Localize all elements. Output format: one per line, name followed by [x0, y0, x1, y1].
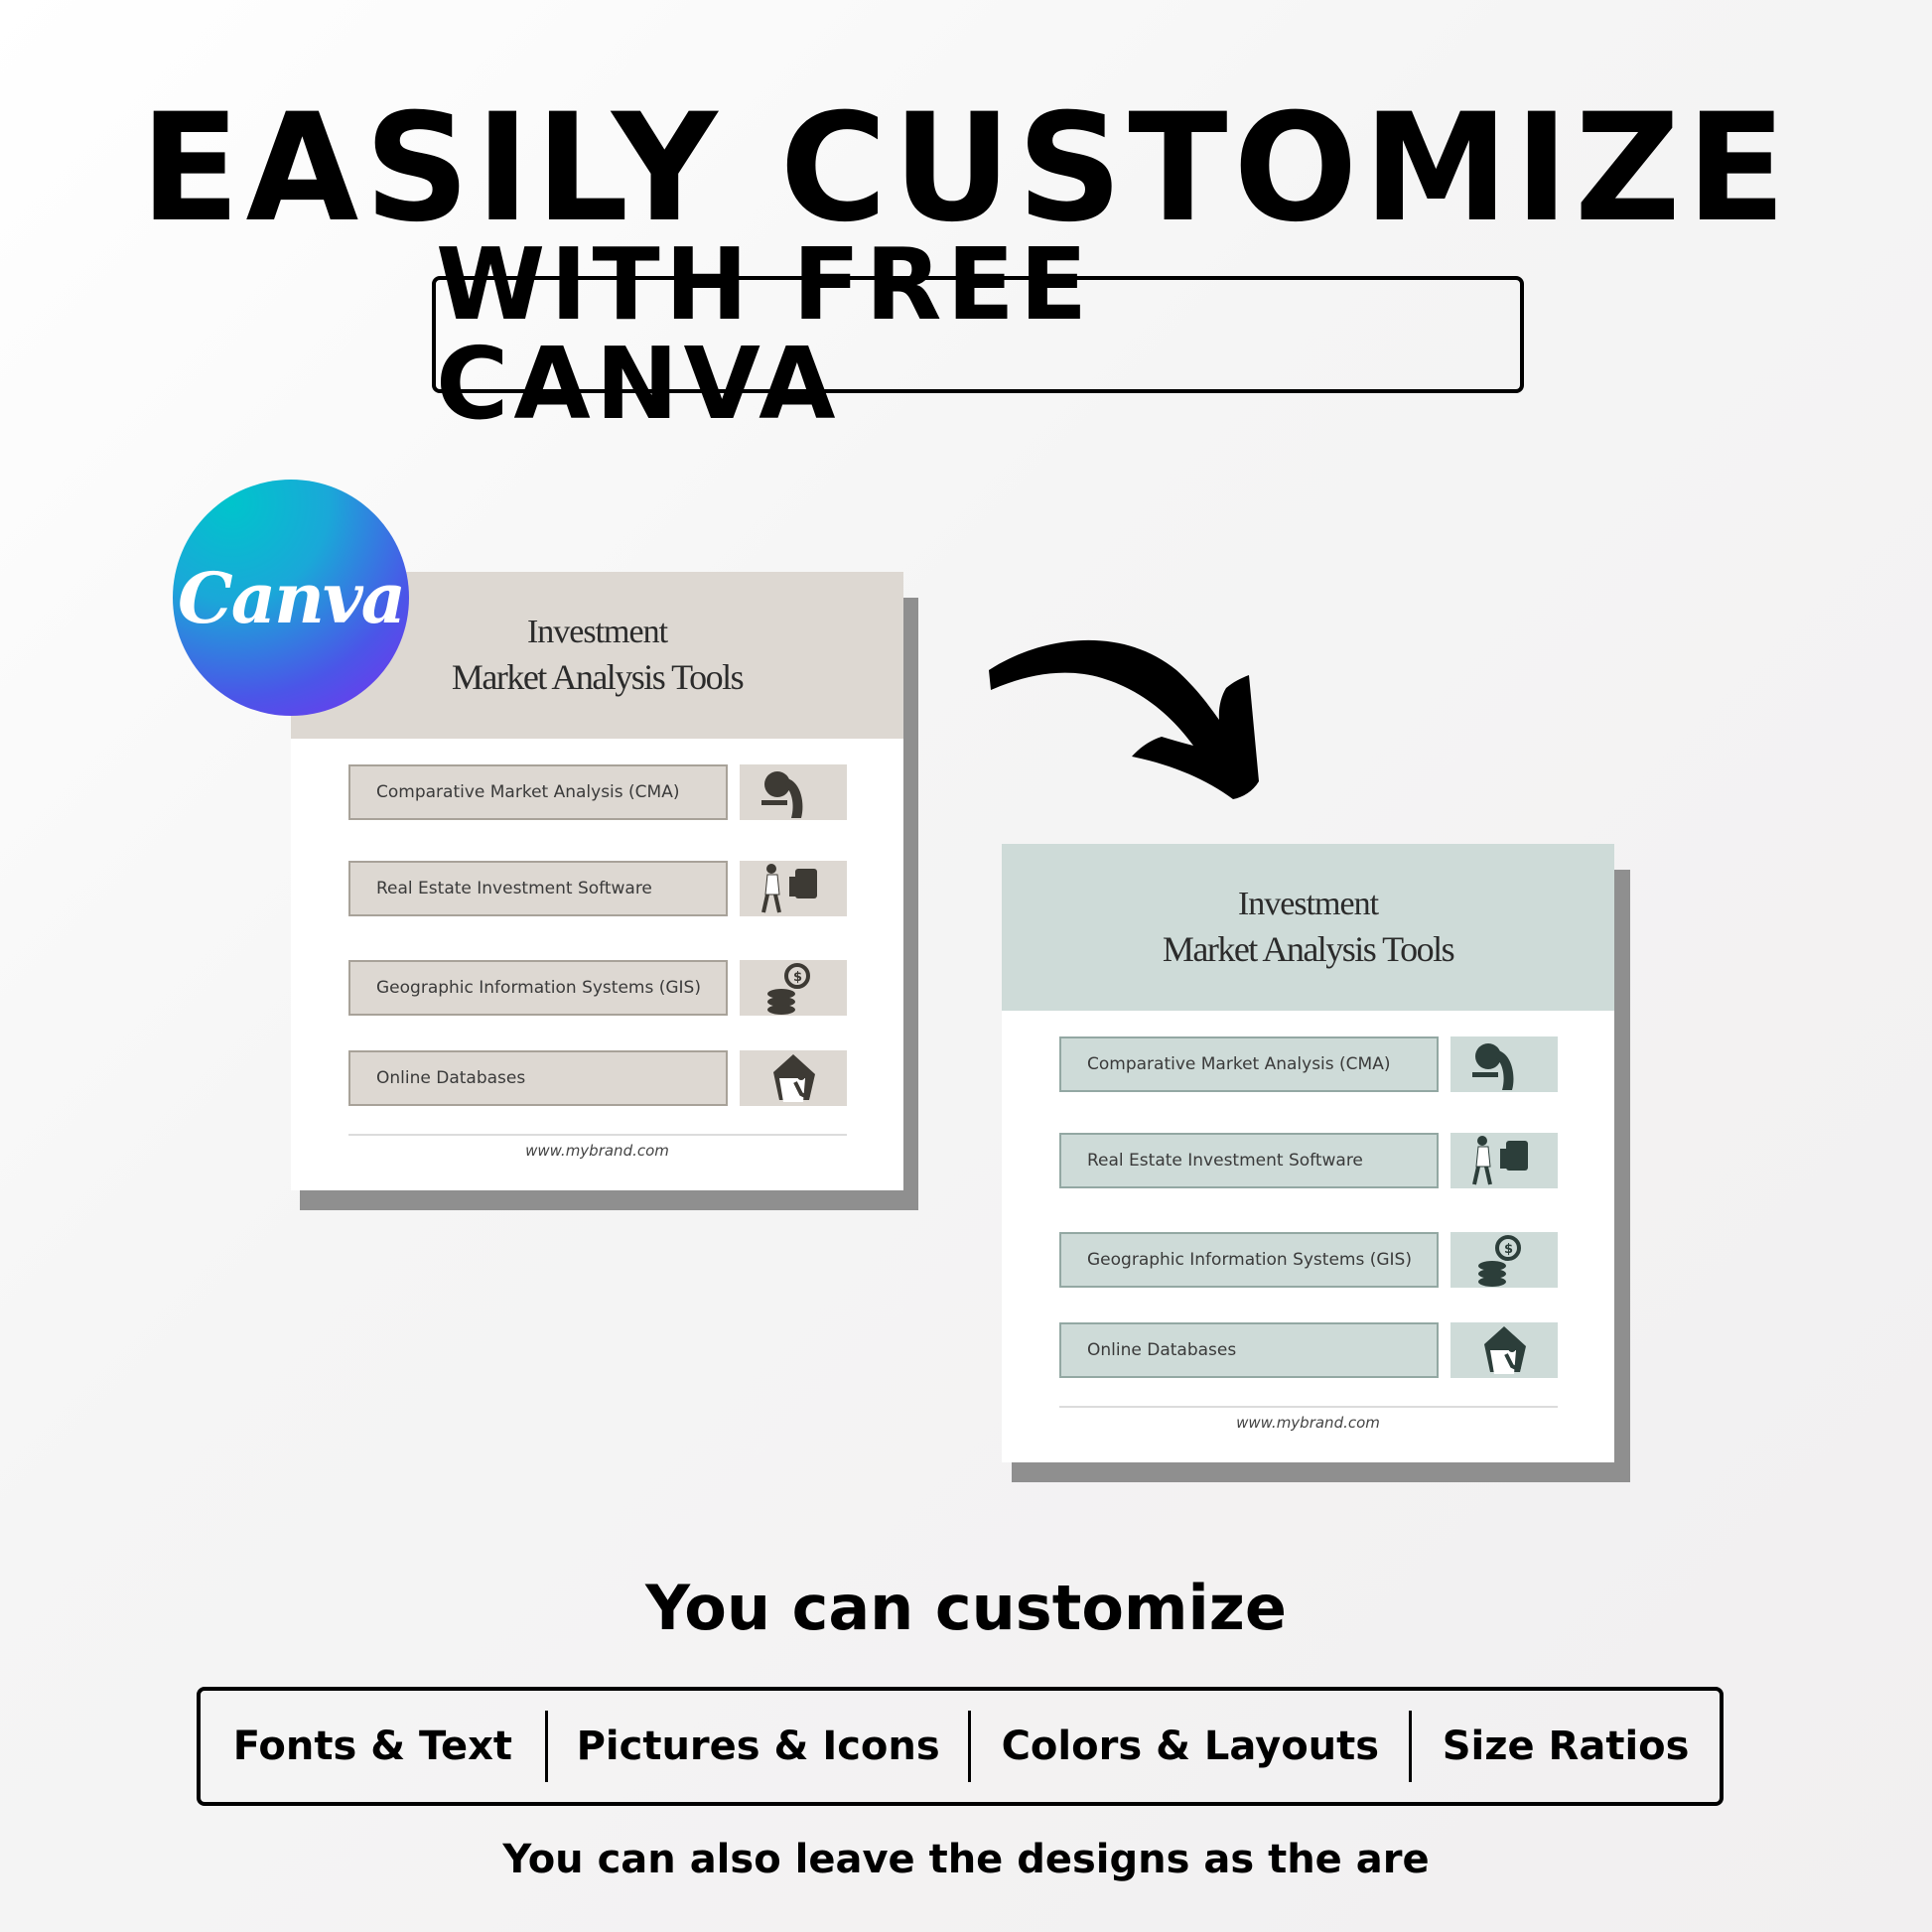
house-person-icon — [1450, 1322, 1558, 1378]
template-item: Online Databases — [1059, 1322, 1439, 1378]
house-person-icon — [740, 1050, 847, 1106]
item-label: Geographic Information Systems (GIS) — [1087, 1250, 1412, 1270]
template-divider — [348, 1134, 847, 1136]
canva-logo-text: Canva — [178, 556, 406, 639]
item-label: Real Estate Investment Software — [1087, 1151, 1363, 1171]
person-carrying-device-icon — [740, 861, 847, 916]
template-item: Real Estate Investment Software — [1059, 1133, 1439, 1188]
customize-heading: You can customize — [645, 1572, 1287, 1644]
lightbulb-person-icon — [1450, 1036, 1558, 1092]
template-customized: Investment Market Analysis Tools Compara… — [1002, 844, 1614, 1462]
person-carrying-device-icon — [1450, 1133, 1558, 1188]
template-item: Real Estate Investment Software — [348, 861, 728, 916]
canva-logo-icon: Canva — [173, 480, 409, 716]
template-divider — [1059, 1406, 1558, 1408]
feature-pictures-icons: Pictures & Icons — [576, 1724, 940, 1769]
item-label: Geographic Information Systems (GIS) — [376, 978, 701, 998]
item-label: Comparative Market Analysis (CMA) — [376, 782, 680, 802]
footer-note: You can also leave the designs as the ar… — [502, 1837, 1430, 1882]
curved-arrow-icon — [989, 639, 1259, 799]
template-title-line1: Investment — [526, 613, 668, 650]
template-item: Geographic Information Systems (GIS) — [348, 960, 728, 1016]
template-footer-url: www.mybrand.com — [1236, 1414, 1380, 1432]
subheadline: WITH FREE CANVA — [436, 226, 1093, 442]
template-header: Investment Market Analysis Tools — [1002, 844, 1614, 1011]
template-title-line2: Market Analysis Tools — [1162, 928, 1455, 969]
feature-colors-layouts: Colors & Layouts — [1001, 1724, 1380, 1769]
feature-fonts-text: Fonts & Text — [232, 1724, 513, 1769]
template-item: Comparative Market Analysis (CMA) — [1059, 1036, 1439, 1092]
template-footer-url: www.mybrand.com — [525, 1142, 669, 1160]
coins-stack-person-icon: $ — [1450, 1232, 1558, 1288]
svg-text:$: $ — [1504, 1242, 1513, 1257]
subheadline-box: WITH FREE CANVA — [432, 235, 1524, 434]
svg-text:$: $ — [793, 970, 802, 985]
template-item: Geographic Information Systems (GIS) — [1059, 1232, 1439, 1288]
template-title-line2: Market Analysis Tools — [451, 656, 745, 697]
feature-size-ratios: Size Ratios — [1442, 1724, 1690, 1769]
headline: EASILY CUSTOMIZE — [140, 82, 1792, 255]
item-label: Real Estate Investment Software — [376, 879, 652, 898]
coins-stack-person-icon: $ — [740, 960, 847, 1016]
item-label: Online Databases — [1087, 1340, 1237, 1360]
item-label: Comparative Market Analysis (CMA) — [1087, 1054, 1391, 1074]
lightbulb-person-icon — [740, 764, 847, 820]
template-item: Comparative Market Analysis (CMA) — [348, 764, 728, 820]
template-title-line1: Investment — [1237, 885, 1379, 922]
template-item: Online Databases — [348, 1050, 728, 1106]
features-box: Fonts & Text Pictures & Icons Colors & L… — [197, 1687, 1724, 1806]
item-label: Online Databases — [376, 1068, 526, 1088]
